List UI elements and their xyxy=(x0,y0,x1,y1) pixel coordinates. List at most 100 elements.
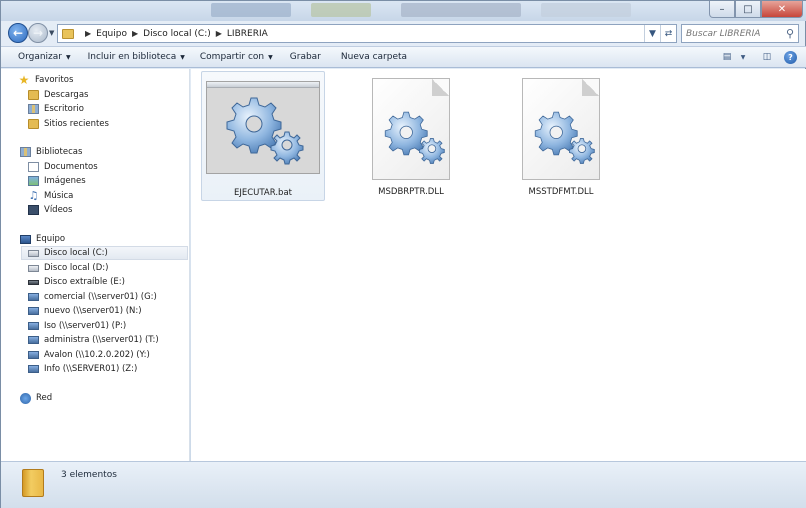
organize-button[interactable]: Organizar ▼ xyxy=(18,52,71,62)
search-input[interactable] xyxy=(686,28,781,39)
breadcrumb-separator[interactable]: ▶ xyxy=(132,29,138,38)
sidebar-item-label: Disco extraíble (E:) xyxy=(44,277,125,287)
burn-label: Grabar xyxy=(289,52,321,62)
sidebar-item-documentos[interactable]: Documentos xyxy=(28,160,188,174)
sidebar-item-iso-p[interactable]: Iso (\\server01) (P:) xyxy=(28,319,188,333)
command-bar: Organizar ▼ Incluir en biblioteca ▼ Compar… xyxy=(1,46,806,68)
chevron-down-icon: ▼ xyxy=(180,53,185,61)
maximize-button[interactable]: □ xyxy=(735,1,761,18)
file-item-msstdfmt-dll[interactable]: MSSTDFMT.DLL xyxy=(499,71,623,201)
sidebar-item-label: Avalon (\\10.2.0.202) (Y:) xyxy=(44,350,150,360)
title-bar: – □ ✕ xyxy=(1,1,806,21)
explorer-window: – □ ✕ ← → ▼ ▶ Equipo ▶ Disco local (C:) … xyxy=(0,0,806,508)
sidebar-item-label: Música xyxy=(44,191,74,201)
refresh-icon[interactable]: ⇄ xyxy=(660,25,676,42)
sidebar-item-label: Vídeos xyxy=(44,205,73,215)
dll-file-thumbnail xyxy=(522,78,600,180)
minimize-button[interactable]: – xyxy=(709,1,735,18)
address-bar[interactable]: ▶ Equipo ▶ Disco local (C:) ▶ LIBRERIA ▼… xyxy=(57,24,677,43)
file-name: MSSTDFMT.DLL xyxy=(528,187,594,197)
new-folder-button[interactable]: Nueva carpeta xyxy=(341,52,407,62)
sidebar-item-label: Sitios recientes xyxy=(44,119,109,129)
sidebar-item-label: Imágenes xyxy=(44,176,86,186)
sidebar-group-label: Bibliotecas xyxy=(36,147,83,157)
recent-pages-dropdown[interactable]: ▼ xyxy=(49,29,54,37)
navigation-pane: ★ Favoritos Descargas Escritorio Sitios … xyxy=(1,69,190,461)
network-drive-icon xyxy=(28,365,39,373)
blurred-background xyxy=(311,3,371,17)
sidebar-item-label: Disco local (D:) xyxy=(44,263,109,273)
sidebar-item-label: comercial (\\server01) (G:) xyxy=(44,292,157,302)
sidebar-item-comercial-g[interactable]: comercial (\\server01) (G:) xyxy=(28,290,188,304)
sidebar-item-musica[interactable]: ♫ Música xyxy=(28,189,188,203)
back-arrow-icon[interactable]: ← xyxy=(8,23,28,43)
chevron-down-icon[interactable]: ▼ xyxy=(736,50,750,64)
music-icon: ♫ xyxy=(28,189,39,202)
view-controls: ▤ ▼ ◫ ? xyxy=(720,50,797,64)
chevron-down-icon: ▼ xyxy=(268,53,273,61)
sidebar-item-avalon-y[interactable]: Avalon (\\10.2.0.202) (Y:) xyxy=(28,348,188,362)
sidebar-item-disco-extraible-e[interactable]: Disco extraíble (E:) xyxy=(28,275,188,289)
include-library-label: Incluir en biblioteca xyxy=(87,52,177,62)
share-button[interactable]: Compartir con ▼ xyxy=(200,52,273,62)
breadcrumb-equipo[interactable]: Equipo xyxy=(96,29,127,39)
sidebar-item-label: Info (\\SERVER01) (Z:) xyxy=(44,364,138,374)
search-box[interactable]: ⚲ xyxy=(681,24,799,43)
drive-icon xyxy=(28,249,39,257)
network-drive-icon xyxy=(28,351,39,359)
sidebar-item-videos[interactable]: Vídeos xyxy=(28,203,188,217)
star-icon: ★ xyxy=(18,73,30,87)
sidebar-item-label: Documentos xyxy=(44,162,98,172)
include-library-button[interactable]: Incluir en biblioteca ▼ xyxy=(88,52,185,62)
preview-pane-icon[interactable]: ◫ xyxy=(760,50,774,64)
sidebar-computer[interactable]: Equipo xyxy=(20,232,188,246)
pictures-icon xyxy=(28,176,39,186)
page-fold xyxy=(582,79,599,96)
desktop-icon xyxy=(28,104,39,114)
dll-file-thumbnail xyxy=(372,78,450,180)
sidebar-item-escritorio[interactable]: Escritorio xyxy=(28,102,188,116)
documents-icon xyxy=(28,162,39,172)
sidebar-group-label: Red xyxy=(36,393,53,403)
sidebar-item-administra-t[interactable]: administra (\\server01) (T:) xyxy=(28,333,188,347)
breadcrumb-libreria[interactable]: LIBRERIA xyxy=(227,29,268,39)
breadcrumb-separator[interactable]: ▶ xyxy=(85,29,91,38)
burn-button[interactable]: Grabar xyxy=(290,52,321,62)
forward-arrow-icon[interactable]: → xyxy=(28,23,48,43)
breadcrumb-separator[interactable]: ▶ xyxy=(216,29,222,38)
help-icon[interactable]: ? xyxy=(784,50,797,64)
sidebar-item-descargas[interactable]: Descargas xyxy=(28,88,188,102)
navigation-row: ← → ▼ ▶ Equipo ▶ Disco local (C:) ▶ LIBR… xyxy=(1,21,806,45)
address-dropdown-icon[interactable]: ▼ xyxy=(644,25,660,42)
network-drive-icon xyxy=(28,322,39,330)
sidebar-favorites[interactable]: ★ Favoritos xyxy=(18,73,188,87)
sidebar-item-disco-local-c[interactable]: Disco local (C:) xyxy=(21,246,188,260)
details-pane: 3 elementos xyxy=(1,461,806,508)
close-button[interactable]: ✕ xyxy=(761,1,803,18)
search-icon[interactable]: ⚲ xyxy=(786,27,794,40)
page-fold xyxy=(432,79,449,96)
item-count: 3 elementos xyxy=(61,470,117,480)
sidebar-item-sitios-recientes[interactable]: Sitios recientes xyxy=(28,117,188,131)
computer-icon xyxy=(20,234,31,244)
sidebar-item-info-z[interactable]: Info (\\SERVER01) (Z:) xyxy=(28,362,188,376)
gear-icon xyxy=(534,111,595,164)
address-tools: ▼ ⇄ xyxy=(644,25,676,42)
drive-icon xyxy=(28,264,39,272)
file-name: MSDBRPTR.DLL xyxy=(378,187,444,197)
sidebar-item-imagenes[interactable]: Imágenes xyxy=(28,174,188,188)
sidebar-network[interactable]: Red xyxy=(20,391,188,405)
sidebar-item-nuevo-n[interactable]: nuevo (\\server01) (N:) xyxy=(28,304,188,318)
sidebar-group-label: Favoritos xyxy=(35,75,74,85)
blurred-background xyxy=(401,3,521,17)
share-label: Compartir con xyxy=(199,52,265,62)
network-icon xyxy=(20,392,31,404)
sidebar-item-label: administra (\\server01) (T:) xyxy=(44,335,159,345)
sidebar-item-label: Descargas xyxy=(44,90,89,100)
view-options-icon[interactable]: ▤ xyxy=(720,50,734,64)
breadcrumb-disco-local-c[interactable]: Disco local (C:) xyxy=(143,29,211,39)
file-item-msdbrptr-dll[interactable]: MSDBRPTR.DLL xyxy=(349,71,473,201)
sidebar-item-disco-local-d[interactable]: Disco local (D:) xyxy=(28,261,188,275)
sidebar-libraries[interactable]: Bibliotecas xyxy=(20,145,188,159)
file-item-ejecutar-bat[interactable]: EJECUTAR.bat xyxy=(201,71,325,201)
